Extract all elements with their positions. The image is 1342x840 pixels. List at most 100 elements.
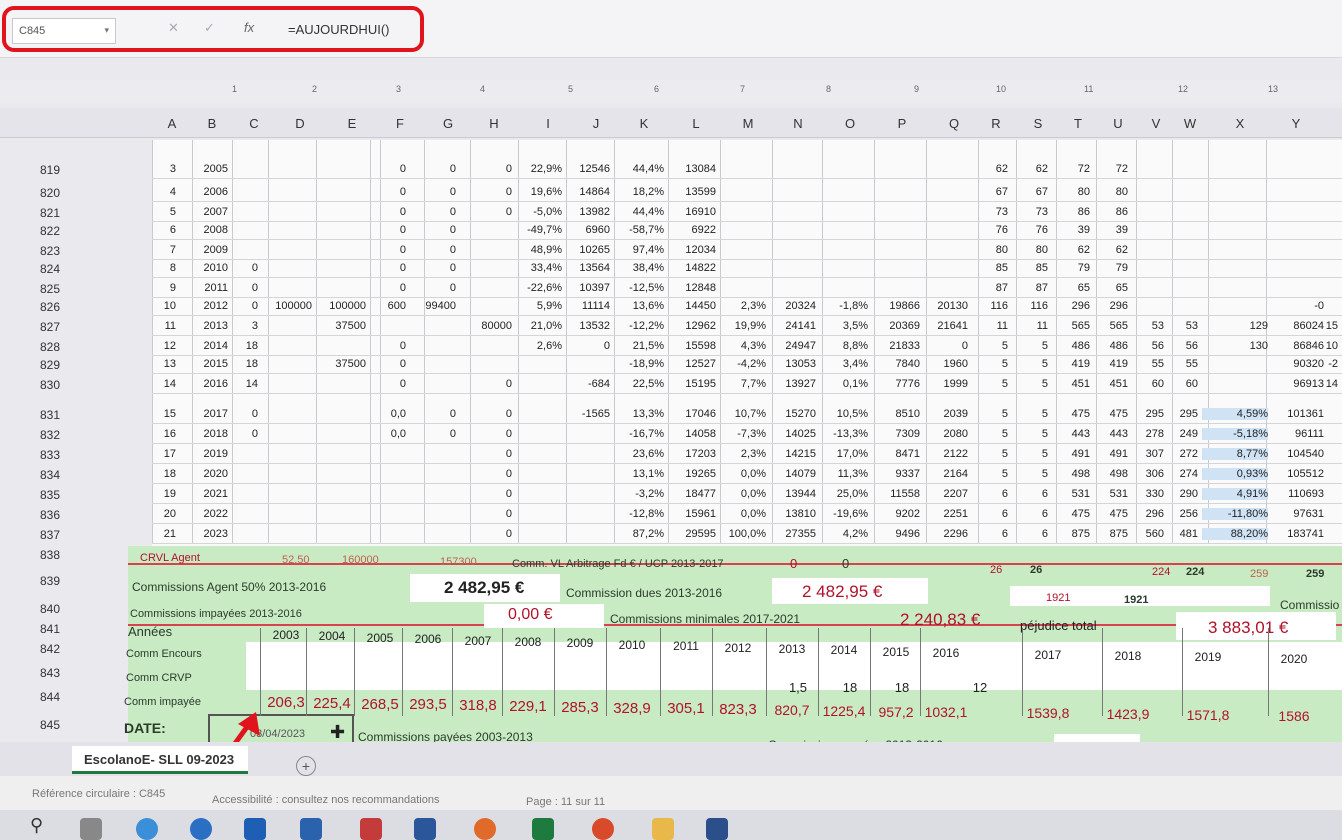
cell-h[interactable]: 0 bbox=[446, 408, 512, 420]
folder-icon[interactable] bbox=[652, 818, 674, 840]
cell-h[interactable]: 0 bbox=[446, 488, 512, 500]
row-number[interactable]: 832 bbox=[0, 428, 60, 442]
row-number[interactable]: 837 bbox=[0, 528, 60, 542]
column-header-r[interactable]: R bbox=[988, 116, 1004, 131]
column-header-d[interactable]: D bbox=[292, 116, 308, 131]
cell-g[interactable]: 0 bbox=[390, 244, 456, 256]
search-icon[interactable]: ⚲ bbox=[30, 815, 43, 836]
column-header-i[interactable]: I bbox=[540, 116, 556, 131]
task-view-icon[interactable] bbox=[80, 818, 102, 840]
row-number[interactable]: 829 bbox=[0, 358, 60, 372]
column-header-q[interactable]: Q bbox=[946, 116, 962, 131]
sheet-tab-active[interactable]: EscolanoE- SLL 09-2023 bbox=[72, 746, 248, 774]
cell-z[interactable]: 14 bbox=[1272, 378, 1338, 390]
cell-y[interactable]: 97631 bbox=[1258, 508, 1324, 520]
cell-u[interactable]: 79 bbox=[1062, 262, 1128, 274]
column-header-o[interactable]: O bbox=[842, 116, 858, 131]
column-header-l[interactable]: L bbox=[688, 116, 704, 131]
cell-w[interactable]: 55 bbox=[1132, 358, 1198, 370]
row-number[interactable]: 844 bbox=[0, 690, 60, 704]
cell-b[interactable]: 2020 bbox=[162, 468, 228, 480]
browser-icon[interactable] bbox=[190, 818, 212, 840]
cell-b[interactable]: 2023 bbox=[162, 528, 228, 540]
cell-h[interactable]: 0 bbox=[446, 448, 512, 460]
cell-y[interactable]: 183741 bbox=[1258, 528, 1324, 540]
column-header-y[interactable]: Y bbox=[1288, 116, 1304, 131]
cell-b[interactable]: 2021 bbox=[162, 488, 228, 500]
column-header-k[interactable]: K bbox=[636, 116, 652, 131]
row-number[interactable]: 843 bbox=[0, 666, 60, 680]
row-number[interactable]: 830 bbox=[0, 378, 60, 392]
cell-l[interactable]: 12034 bbox=[650, 244, 716, 256]
cell-g[interactable]: 0 bbox=[390, 262, 456, 274]
row-number[interactable]: 822 bbox=[0, 224, 60, 238]
cell-y[interactable]: 104540 bbox=[1258, 448, 1324, 460]
column-header-e[interactable]: E bbox=[344, 116, 360, 131]
cell-u[interactable]: 72 bbox=[1062, 163, 1128, 175]
row-number[interactable]: 825 bbox=[0, 282, 60, 296]
cell-b[interactable]: 2022 bbox=[162, 508, 228, 520]
acrobat-icon[interactable] bbox=[360, 818, 382, 840]
accessibility-status[interactable]: Accessibilité : consultez nos recommanda… bbox=[212, 794, 439, 806]
cell-u[interactable]: 80 bbox=[1062, 186, 1128, 198]
row-number[interactable]: 828 bbox=[0, 340, 60, 354]
chrome-icon[interactable] bbox=[592, 818, 614, 840]
row-number[interactable]: 835 bbox=[0, 488, 60, 502]
cell-w[interactable]: 53 bbox=[1132, 320, 1198, 332]
cell-l[interactable]: 13084 bbox=[650, 163, 716, 175]
column-header-v[interactable]: V bbox=[1148, 116, 1164, 131]
cell-w[interactable]: 295 bbox=[1132, 408, 1198, 420]
column-header-t[interactable]: T bbox=[1070, 116, 1086, 131]
cell-w[interactable]: 256 bbox=[1132, 508, 1198, 520]
column-header-g[interactable]: G bbox=[440, 116, 456, 131]
row-number[interactable]: 826 bbox=[0, 300, 60, 314]
cell-g[interactable]: 99400 bbox=[390, 300, 456, 312]
cell-y[interactable]: -0 bbox=[1258, 300, 1324, 312]
cell-u[interactable]: 86 bbox=[1062, 206, 1128, 218]
cell-f[interactable]: 0 bbox=[340, 378, 406, 390]
circular-reference-status[interactable]: Référence circulaire : C845 bbox=[32, 788, 165, 800]
row-number[interactable]: 831 bbox=[0, 408, 60, 422]
cell-c[interactable]: 0 bbox=[192, 428, 258, 440]
cell-u[interactable]: 39 bbox=[1062, 224, 1128, 236]
cell-c[interactable]: 3 bbox=[192, 320, 258, 332]
row-number[interactable]: 838 bbox=[0, 548, 60, 562]
cell-h[interactable]: 0 bbox=[446, 468, 512, 480]
column-header-p[interactable]: P bbox=[894, 116, 910, 131]
cell-f[interactable]: 0 bbox=[340, 358, 406, 370]
cell-b[interactable]: 2008 bbox=[162, 224, 228, 236]
cell-z[interactable]: -2 bbox=[1272, 358, 1338, 370]
cell-g[interactable]: 0 bbox=[390, 224, 456, 236]
cell-b[interactable]: 2007 bbox=[162, 206, 228, 218]
cell-w[interactable]: 60 bbox=[1132, 378, 1198, 390]
cell-c[interactable]: 18 bbox=[192, 358, 258, 370]
excel-icon[interactable] bbox=[532, 818, 554, 840]
cell-y[interactable]: 105512 bbox=[1258, 468, 1324, 480]
cell-y[interactable]: 101361 bbox=[1258, 408, 1324, 420]
column-header-a[interactable]: A bbox=[164, 116, 180, 131]
word-icon[interactable] bbox=[414, 818, 436, 840]
app-icon[interactable] bbox=[706, 818, 728, 840]
cell-h[interactable]: 0 bbox=[446, 428, 512, 440]
row-number[interactable]: 819 bbox=[0, 163, 60, 177]
outlook-icon[interactable] bbox=[244, 818, 266, 840]
cell-c[interactable]: 0 bbox=[192, 262, 258, 274]
row-number[interactable]: 845 bbox=[0, 718, 60, 732]
cell-b[interactable]: 2019 bbox=[162, 448, 228, 460]
cell-y[interactable]: 96111 bbox=[1258, 428, 1324, 440]
cell-u[interactable]: 62 bbox=[1062, 244, 1128, 256]
row-number[interactable]: 823 bbox=[0, 244, 60, 258]
column-header-w[interactable]: W bbox=[1182, 116, 1198, 131]
cell-f[interactable]: 0 bbox=[340, 340, 406, 352]
column-header-s[interactable]: S bbox=[1030, 116, 1046, 131]
row-number[interactable]: 820 bbox=[0, 186, 60, 200]
cell-c[interactable]: 14 bbox=[192, 378, 258, 390]
cell-b[interactable]: 2006 bbox=[162, 186, 228, 198]
cell-w[interactable]: 274 bbox=[1132, 468, 1198, 480]
column-header-j[interactable]: J bbox=[588, 116, 604, 131]
app-icon[interactable] bbox=[474, 818, 496, 840]
teams-icon[interactable] bbox=[300, 818, 322, 840]
column-header-c[interactable]: C bbox=[246, 116, 262, 131]
cell-e[interactable]: 37500 bbox=[300, 320, 366, 332]
cell-g[interactable]: 0 bbox=[390, 282, 456, 294]
